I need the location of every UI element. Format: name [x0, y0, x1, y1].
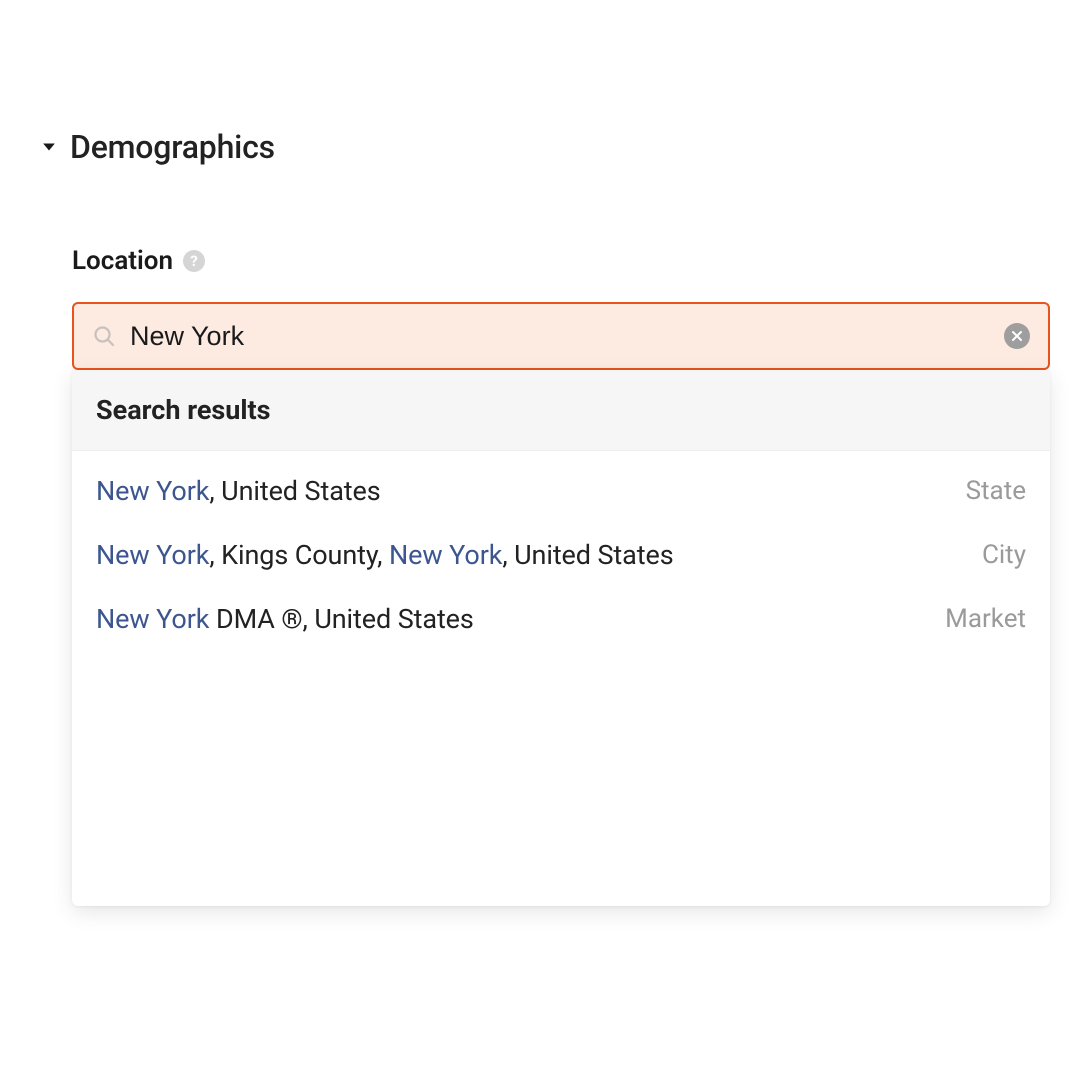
section-title: Demographics: [70, 128, 275, 166]
field-label-location: Location: [72, 246, 173, 276]
clear-input-button[interactable]: [1004, 323, 1030, 349]
result-name: New York, United States: [96, 475, 381, 507]
search-input-container[interactable]: [72, 302, 1050, 370]
section-toggle-demographics[interactable]: Demographics: [40, 128, 1048, 166]
search-icon: [92, 324, 116, 348]
location-search: Search results New York, United StatesSt…: [72, 302, 1050, 370]
dropdown-header-text: Search results: [96, 394, 271, 426]
result-type: City: [982, 540, 1026, 570]
result-name: New York, Kings County, New York, United…: [96, 539, 674, 571]
result-row[interactable]: New York, United States State: [72, 459, 1050, 523]
result-row[interactable]: New York DMA ®, United States Market: [72, 587, 1050, 651]
result-name: New York DMA ®, United States: [96, 603, 474, 635]
help-icon[interactable]: ?: [183, 250, 205, 272]
result-type: Market: [945, 604, 1026, 634]
field-label-row: Location ?: [72, 246, 1048, 276]
result-row[interactable]: New York, Kings County, New York, United…: [72, 523, 1050, 587]
dropdown-header: Search results: [72, 370, 1050, 451]
results-list: New York, United States State New York, Ki…: [72, 451, 1050, 659]
caret-down-icon: [40, 138, 58, 156]
search-results-dropdown: Search results New York, United States St…: [72, 370, 1050, 906]
location-search-input[interactable]: [128, 320, 994, 353]
result-type: State: [966, 476, 1026, 506]
